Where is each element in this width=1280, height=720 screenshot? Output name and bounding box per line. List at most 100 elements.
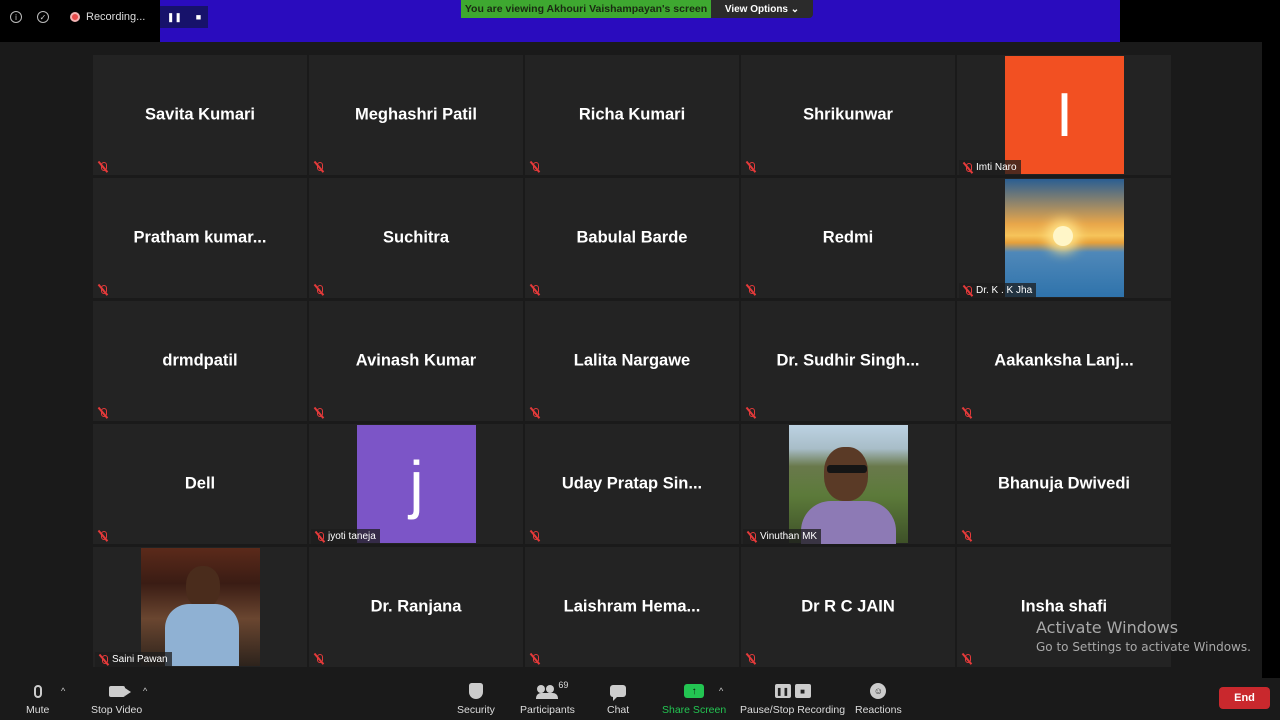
top-bar: i ✓ Recording... ❚❚ ■ You are viewing Ak… xyxy=(0,0,1280,42)
muted-microphone-icon xyxy=(529,284,541,296)
share-screen-button[interactable]: ↑ Share Screen xyxy=(662,682,726,716)
participants-count: 69 xyxy=(558,680,569,690)
participant-name: Imti Naro xyxy=(976,162,1017,173)
participant-tile[interactable]: Meghashri Patil xyxy=(309,55,523,175)
muted-microphone-icon xyxy=(962,162,974,174)
participants-icon xyxy=(536,684,559,699)
participant-tile[interactable]: Babulal Barde xyxy=(525,178,739,298)
video-options-chevron-icon[interactable]: ^ xyxy=(143,686,147,696)
view-options-button[interactable]: View Options ⌄ xyxy=(711,0,813,18)
pause-recording-icon[interactable]: ❚❚ xyxy=(167,12,182,23)
participant-name: Laishram Hema... xyxy=(563,597,701,616)
chat-bubble-icon xyxy=(610,685,627,701)
watermark-subtitle: Go to Settings to activate Windows. xyxy=(1036,640,1251,654)
participant-tile[interactable]: Shrikunwar xyxy=(741,55,955,175)
muted-microphone-icon xyxy=(313,284,325,296)
muted-microphone-icon xyxy=(97,161,109,173)
recording-controls: ❚❚ ■ xyxy=(160,6,208,28)
mute-button[interactable]: Mute xyxy=(26,682,49,716)
participant-name: Redmi xyxy=(822,228,874,247)
participant-name: Pratham kumar... xyxy=(133,228,267,247)
participant-name-label: Imti Naro xyxy=(959,160,1021,175)
participant-tile[interactable]: Vinuthan MK xyxy=(741,424,955,544)
microphone-icon xyxy=(33,684,42,698)
participant-tile[interactable]: Laishram Hema... xyxy=(525,547,739,667)
participant-name: Dr R C JAIN xyxy=(801,597,895,616)
reactions-label: Reactions xyxy=(855,704,902,716)
participant-name: Insha shafi xyxy=(1020,597,1108,616)
share-screen-label: Share Screen xyxy=(662,704,727,716)
muted-microphone-icon xyxy=(961,653,973,665)
participant-tile[interactable]: Dr R C JAIN xyxy=(741,547,955,667)
participant-tile[interactable]: j jyoti taneja xyxy=(309,424,523,544)
participant-tile[interactable]: Avinash Kumar xyxy=(309,301,523,421)
muted-microphone-icon xyxy=(313,653,325,665)
pause-stop-recording-button[interactable]: ❚❚ ■ Pause/Stop Recording xyxy=(740,682,845,716)
participant-tile[interactable]: Aakanksha Lanj... xyxy=(957,301,1171,421)
avatar: I xyxy=(1005,56,1124,174)
muted-microphone-icon xyxy=(97,284,109,296)
security-button[interactable]: Security xyxy=(457,682,495,716)
muted-microphone-icon xyxy=(529,407,541,419)
participant-name: Aakanksha Lanj... xyxy=(994,351,1134,370)
smiley-icon: ☺ xyxy=(870,683,887,699)
participant-tile[interactable]: Dr. Sudhir Singh... xyxy=(741,301,955,421)
muted-microphone-icon xyxy=(961,530,973,542)
share-options-chevron-icon[interactable]: ^ xyxy=(719,686,723,696)
person-body xyxy=(165,604,239,666)
muted-microphone-icon xyxy=(98,654,110,666)
muted-microphone-icon xyxy=(313,407,325,419)
participant-tile[interactable]: Savita Kumari xyxy=(93,55,307,175)
participant-tile[interactable]: Redmi xyxy=(741,178,955,298)
participant-tile[interactable]: I Imti Naro xyxy=(957,55,1171,175)
info-icon[interactable]: i xyxy=(10,11,22,23)
muted-microphone-icon xyxy=(97,530,109,542)
meeting-status: i ✓ Recording... xyxy=(0,0,145,34)
participant-tile[interactable]: Richa Kumari xyxy=(525,55,739,175)
activate-windows-watermark: Activate Windows Go to Settings to activ… xyxy=(1036,618,1251,654)
muted-microphone-icon xyxy=(745,161,757,173)
participant-tile[interactable]: Suchitra xyxy=(309,178,523,298)
participant-name: Savita Kumari xyxy=(144,105,256,124)
participant-name: jyoti taneja xyxy=(328,531,376,542)
stop-video-button[interactable]: Stop Video xyxy=(91,682,142,716)
avatar-initial: I xyxy=(1055,80,1074,150)
participant-name: Suchitra xyxy=(382,228,450,247)
participant-name-label: Vinuthan MK xyxy=(743,529,822,544)
end-meeting-button[interactable]: End xyxy=(1219,687,1270,709)
muted-microphone-icon xyxy=(745,653,757,665)
muted-microphone-icon xyxy=(529,161,541,173)
participant-tile[interactable]: Dr. Ranjana xyxy=(309,547,523,667)
participants-button[interactable]: 69 Participants xyxy=(520,680,575,716)
participant-tile[interactable]: Lalita Nargawe xyxy=(525,301,739,421)
gallery-grid: Savita Kumari Meghashri Patil Richa Kumari… xyxy=(93,55,1171,667)
video-feed xyxy=(789,425,908,544)
participant-tile[interactable]: Saini Pawan xyxy=(93,547,307,667)
participant-tile[interactable]: Pratham kumar... xyxy=(93,178,307,298)
stage-edge xyxy=(1262,42,1280,678)
security-label: Security xyxy=(457,704,495,716)
chat-label: Chat xyxy=(607,704,630,716)
participant-tile[interactable]: Dr. K . K Jha xyxy=(957,178,1171,298)
avatar-initial: j xyxy=(409,448,424,520)
reactions-button[interactable]: ☺ Reactions xyxy=(855,682,902,716)
participant-name: Dr. Sudhir Singh... xyxy=(776,351,920,370)
muted-microphone-icon xyxy=(962,285,974,297)
person-head xyxy=(186,566,220,608)
participant-name: Dr. K . K Jha xyxy=(976,285,1033,296)
share-screen-arrow-icon: ↑ xyxy=(684,684,705,698)
participant-tile[interactable]: Dell xyxy=(93,424,307,544)
shield-check-icon[interactable]: ✓ xyxy=(37,11,49,23)
participant-tile[interactable]: drmdpatil xyxy=(93,301,307,421)
participants-label: Participants xyxy=(520,704,575,716)
participant-tile[interactable]: Bhanuja Dwivedi xyxy=(957,424,1171,544)
meeting-toolbar: Mute ^ Stop Video ^ Security 69 Particip… xyxy=(0,678,1280,720)
recording-label: Recording... xyxy=(86,11,146,23)
video-feed xyxy=(141,548,260,666)
participant-name: Dr. Ranjana xyxy=(370,597,462,616)
participant-name: Richa Kumari xyxy=(578,105,686,124)
participant-tile[interactable]: Uday Pratap Sin... xyxy=(525,424,739,544)
chat-button[interactable]: Chat xyxy=(607,682,629,716)
stop-recording-icon[interactable]: ■ xyxy=(196,12,201,22)
audio-options-chevron-icon[interactable]: ^ xyxy=(61,686,65,696)
